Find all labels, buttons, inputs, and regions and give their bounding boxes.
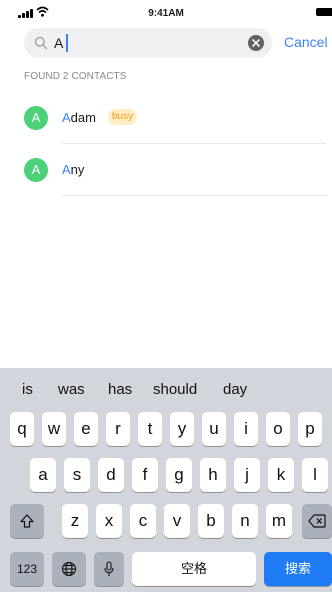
suggestion-item[interactable]: was — [58, 381, 85, 398]
key-k[interactable]: k — [268, 458, 294, 492]
key-m[interactable]: m — [266, 504, 292, 538]
contact-row[interactable]: A Any — [0, 144, 332, 196]
key-i[interactable]: i — [234, 412, 258, 446]
results-header: FOUND 2 CONTACTS — [24, 71, 127, 82]
avatar: A — [24, 158, 48, 182]
status-time: 9:41AM — [148, 8, 184, 19]
contact-row[interactable]: A Adam busy — [0, 92, 332, 144]
contact-name-match: A — [62, 162, 71, 177]
keyboard: is was has should day q w e r t y u i o … — [0, 368, 332, 592]
numbers-key[interactable]: 123 — [10, 552, 44, 586]
key-r[interactable]: r — [106, 412, 130, 446]
key-s[interactable]: s — [64, 458, 90, 492]
contact-name-rest: dam — [70, 110, 96, 125]
key-w[interactable]: w — [42, 412, 66, 446]
search-key[interactable]: 搜索 — [264, 552, 332, 586]
suggestion-item[interactable]: should — [153, 381, 197, 398]
key-z[interactable]: z — [62, 504, 88, 538]
search-input[interactable]: A — [54, 35, 63, 51]
suggestion-bar: is was has should day — [0, 368, 332, 412]
contact-name-rest: ny — [70, 162, 85, 177]
suggestion-item[interactable]: is — [22, 381, 33, 398]
key-v[interactable]: v — [164, 504, 190, 538]
keyboard-row: 123 空格 搜索 — [0, 552, 332, 586]
key-n[interactable]: n — [232, 504, 258, 538]
space-key[interactable]: 空格 — [132, 552, 256, 586]
keyboard-row: a s d f g h j k l — [0, 458, 332, 492]
text-cursor — [66, 34, 68, 52]
key-h[interactable]: h — [200, 458, 226, 492]
status-badge: busy — [108, 109, 138, 125]
globe-key[interactable] — [52, 552, 86, 586]
contact-name-match: A — [62, 110, 71, 125]
key-x[interactable]: x — [96, 504, 122, 538]
key-e[interactable]: e — [74, 412, 98, 446]
status-bar: 9:41AM — [0, 0, 332, 26]
key-o[interactable]: o — [266, 412, 290, 446]
battery-icon — [316, 8, 332, 16]
globe-icon — [61, 561, 77, 577]
dictation-key[interactable] — [94, 552, 124, 586]
key-g[interactable]: g — [166, 458, 192, 492]
key-p[interactable]: p — [298, 412, 322, 446]
shift-icon — [20, 514, 34, 528]
key-c[interactable]: c — [130, 504, 156, 538]
key-b[interactable]: b — [198, 504, 224, 538]
key-j[interactable]: j — [234, 458, 260, 492]
key-d[interactable]: d — [98, 458, 124, 492]
clear-icon[interactable] — [248, 35, 264, 51]
search-bar: A Cancel — [0, 26, 332, 60]
key-t[interactable]: t — [138, 412, 162, 446]
keyboard-row: q w e r t y u i o p — [0, 412, 332, 446]
backspace-icon — [308, 514, 326, 528]
key-l[interactable]: l — [302, 458, 328, 492]
keyboard-row: z x c v b n m — [0, 504, 332, 538]
key-f[interactable]: f — [132, 458, 158, 492]
shift-key[interactable] — [10, 504, 44, 538]
cancel-button[interactable]: Cancel — [284, 34, 328, 50]
search-icon — [34, 36, 48, 50]
avatar: A — [24, 106, 48, 130]
search-field[interactable]: A — [24, 28, 272, 58]
divider — [62, 195, 326, 196]
key-u[interactable]: u — [202, 412, 226, 446]
contact-name: Adam — [62, 110, 96, 125]
key-y[interactable]: y — [170, 412, 194, 446]
microphone-icon — [104, 561, 114, 576]
suggestion-item[interactable]: has — [108, 381, 132, 398]
key-q[interactable]: q — [10, 412, 34, 446]
backspace-key[interactable] — [302, 504, 332, 538]
suggestion-item[interactable]: day — [223, 381, 247, 398]
contact-name: Any — [62, 162, 84, 177]
key-a[interactable]: a — [30, 458, 56, 492]
